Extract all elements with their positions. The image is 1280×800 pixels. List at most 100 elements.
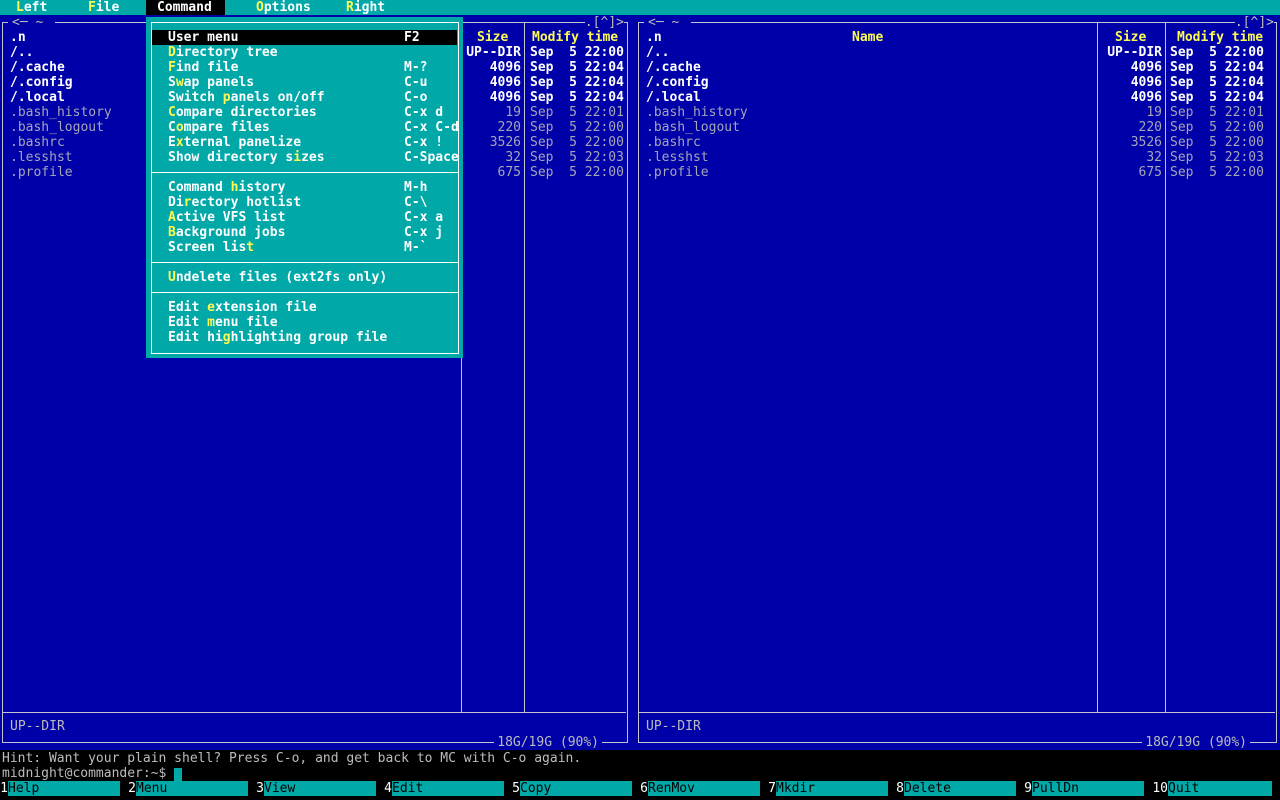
- file-name[interactable]: /.cache: [10, 60, 65, 75]
- menu-item-directory-hotlist[interactable]: Directory hotlist C-\: [152, 195, 457, 210]
- file-name[interactable]: .profile: [10, 165, 73, 180]
- text-cursor[interactable]: [174, 768, 183, 781]
- hint-line: Hint: Want your plain shell? Press C-o, …: [2, 751, 582, 766]
- file-mtime: Sep 5 22:00: [530, 165, 624, 180]
- file-name[interactable]: .bash_logout: [646, 120, 740, 135]
- fkey-button-8[interactable]: 8 Delete: [896, 781, 1024, 796]
- file-mtime: Sep 5 22:04: [1170, 90, 1264, 105]
- file-name[interactable]: .bashrc: [10, 135, 65, 150]
- menu-item-external-panelize[interactable]: External panelize C-x !: [152, 135, 457, 150]
- file-mtime: Sep 5 22:01: [1170, 105, 1264, 120]
- file-name[interactable]: /..: [10, 45, 33, 60]
- menu-item-edit-highlighting-group-file[interactable]: Edit highlighting group file: [152, 330, 457, 345]
- panel-status: UP--DIR: [646, 719, 701, 734]
- menu-item-switch-panels-on-off[interactable]: Switch panels on/off C-o: [152, 90, 457, 105]
- file-name[interactable]: .bash_logout: [10, 120, 104, 135]
- fkey-label: View: [264, 781, 376, 796]
- menu-item-label: Compare files: [168, 120, 270, 135]
- fkey-number: 4: [384, 781, 392, 796]
- fkey-label: Menu: [136, 781, 248, 796]
- menu-item-compare-files[interactable]: Compare files C-x C-d: [152, 120, 459, 135]
- file-name[interactable]: /.config: [10, 75, 73, 90]
- menubar-item-right[interactable]: Right: [346, 0, 385, 15]
- menu-item-active-vfs-list[interactable]: Active VFS list C-x a: [152, 210, 457, 225]
- menu-item-shortcut: C-x !: [404, 135, 444, 150]
- menu-item-shortcut: C-o: [404, 90, 428, 105]
- fkey-button-5[interactable]: 5 Copy: [512, 781, 640, 796]
- hotkey-letter: D: [168, 45, 176, 60]
- menu-item-label: Background jobs: [168, 225, 286, 240]
- file-name[interactable]: .bashrc: [646, 135, 701, 150]
- file-mtime: Sep 5 22:04: [1170, 60, 1264, 75]
- column-header-mtime[interactable]: Modify time: [1177, 30, 1263, 45]
- menu-item-compare-directories[interactable]: Compare directories C-x d: [152, 105, 457, 120]
- menu-item-shortcut: M-?: [404, 60, 428, 75]
- menu-item-directory-tree[interactable]: Directory tree: [152, 45, 457, 60]
- file-name[interactable]: .bash_history: [646, 105, 748, 120]
- file-name[interactable]: /.config: [646, 75, 709, 90]
- column-header-size[interactable]: Size: [477, 30, 508, 45]
- fkey-label: Mkdir: [776, 781, 888, 796]
- fkey-label: Quit: [1168, 781, 1272, 796]
- menu-item-label: Directory tree: [168, 45, 278, 60]
- hotkey-letter: o: [175, 120, 184, 135]
- menu-item-background-jobs[interactable]: Background jobs C-x j: [152, 225, 457, 240]
- column-header-mtime[interactable]: Modify time: [532, 30, 618, 45]
- menu-item-label: Edit extension file: [168, 300, 317, 315]
- menu-item-user-menu[interactable]: User menu F2: [152, 30, 457, 45]
- panel-scroll-marker[interactable]: .[^]>: [1234, 15, 1274, 30]
- file-name[interactable]: /..: [646, 45, 669, 60]
- panel-path-left[interactable]: <─ ~: [8, 15, 56, 30]
- menu-item-shortcut: C-x a: [404, 210, 444, 225]
- fkey-label: PullDn: [1032, 781, 1144, 796]
- file-size: 4096: [1130, 75, 1162, 90]
- fkey-number: 10: [1152, 781, 1168, 796]
- menu-item-shortcut: C-\: [404, 195, 428, 210]
- menu-item-find-file[interactable]: Find file M-?: [152, 60, 457, 75]
- file-name[interactable]: .bash_history: [10, 105, 112, 120]
- menubar-item-left[interactable]: Left: [16, 0, 47, 15]
- column-header-size[interactable]: Size: [1115, 30, 1146, 45]
- menu-item-command-history[interactable]: Command history M-h: [152, 180, 457, 195]
- panel-free-space: 18G/19G (90%): [494, 735, 602, 750]
- hotkey-letter: p: [222, 90, 231, 105]
- file-name[interactable]: .lesshst: [10, 150, 73, 165]
- menubar-item-file[interactable]: File: [88, 0, 119, 15]
- file-name[interactable]: .profile: [646, 165, 709, 180]
- menubar-item-options[interactable]: Options: [256, 0, 311, 15]
- menu-item-edit-extension-file[interactable]: Edit extension file: [152, 300, 457, 315]
- menu-item-screen-list[interactable]: Screen list M-`: [152, 240, 457, 255]
- menubar-item-command[interactable]: Command: [146, 0, 225, 15]
- file-mtime: Sep 5 22:01: [530, 105, 624, 120]
- panel-path-right[interactable]: <─ ~: [644, 15, 692, 30]
- panel-scroll-marker[interactable]: .[^]>: [584, 15, 624, 30]
- function-key-bar: 1 Help 2 Menu 3 View 4 Edit 5 Copy 6 RenMov 7 Mkdir 8 D…: [0, 781, 1280, 796]
- menu-item-show-directory-sizes[interactable]: Show directory sizes C-Space: [152, 150, 459, 165]
- shell-command-line[interactable]: midnight@commander:~$: [2, 766, 183, 781]
- file-name[interactable]: /.local: [646, 90, 701, 105]
- file-mtime: Sep 5 22:00: [1170, 165, 1264, 180]
- menu-item-edit-menu-file[interactable]: Edit menu file: [152, 315, 457, 330]
- menu-item-undelete-files-ext2fs-only[interactable]: Undelete files (ext2fs only): [152, 270, 457, 285]
- menu-item-label: Command history: [168, 180, 286, 195]
- file-name[interactable]: .lesshst: [646, 150, 709, 165]
- column-header-name[interactable]: Name: [852, 30, 883, 45]
- menu-item-swap-panels[interactable]: Swap panels C-u: [152, 75, 457, 90]
- fkey-button-3[interactable]: 3 View: [256, 781, 384, 796]
- fkey-button-2[interactable]: 2 Menu: [128, 781, 256, 796]
- fkey-button-7[interactable]: 7 Mkdir: [768, 781, 896, 796]
- hotkey-letter: h: [230, 180, 239, 195]
- file-name[interactable]: /.cache: [646, 60, 701, 75]
- mini-status-separator: [639, 712, 1275, 713]
- panel-free-space: 18G/19G (90%): [1142, 735, 1250, 750]
- menu-item-label: User menu: [168, 30, 239, 45]
- fkey-label: Help: [8, 781, 120, 796]
- fkey-button-1[interactable]: 1 Help: [0, 781, 128, 796]
- menu-item-label: Edit menu file: [168, 315, 278, 330]
- fkey-button-9[interactable]: 9 PullDn: [1024, 781, 1152, 796]
- file-name[interactable]: /.local: [10, 90, 65, 105]
- fkey-button-4[interactable]: 4 Edit: [384, 781, 512, 796]
- menu-item-label: Show directory sizes: [168, 150, 325, 165]
- fkey-button-10[interactable]: 10 Quit: [1152, 781, 1280, 796]
- fkey-button-6[interactable]: 6 RenMov: [640, 781, 768, 796]
